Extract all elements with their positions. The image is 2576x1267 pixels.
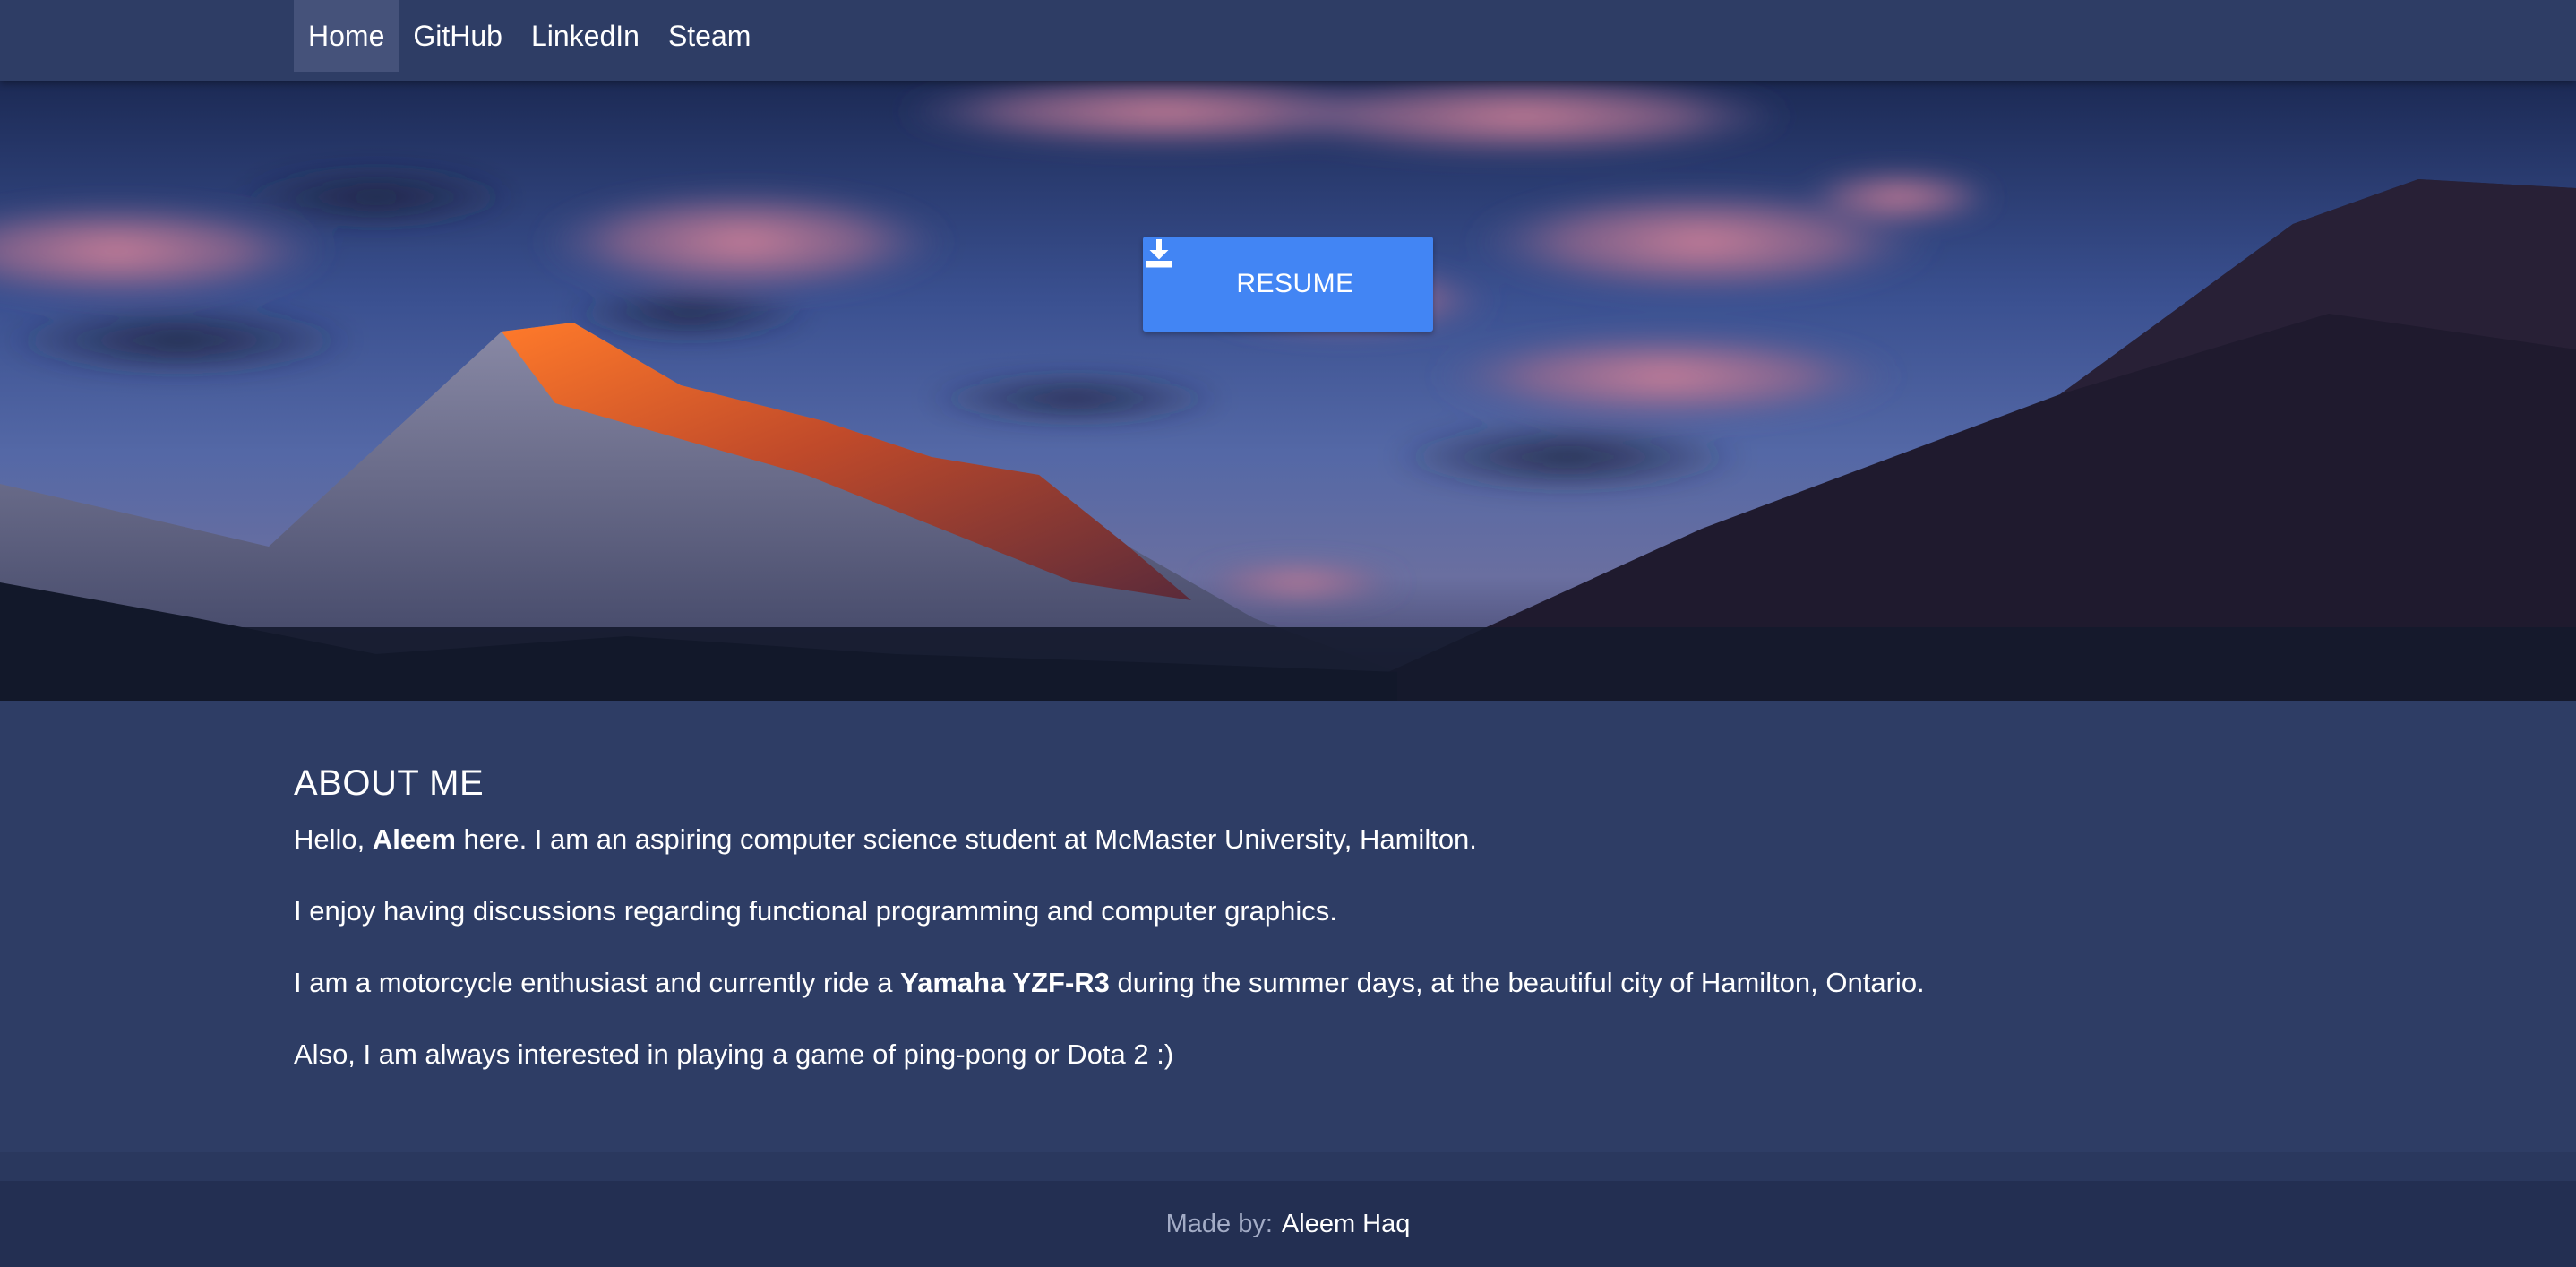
mountain-landscape-image (0, 81, 2576, 701)
nav-item-steam[interactable]: Steam (654, 0, 765, 72)
nav-item-linkedin[interactable]: LinkedIn (517, 0, 654, 72)
about-section: ABOUT ME Hello, Aleem here. I am an aspi… (0, 701, 2576, 1152)
resume-download-button[interactable]: RESUME (1143, 237, 1433, 332)
hero-banner: RESUME (0, 81, 2576, 701)
about-content: ABOUT ME Hello, Aleem here. I am an aspi… (294, 763, 2264, 1110)
footer-author-link[interactable]: Aleem Haq (1282, 1210, 1410, 1239)
resume-button-label: RESUME (1236, 269, 1354, 298)
about-paragraph-interests: I enjoy having discussions regarding fun… (294, 895, 1337, 927)
name-highlight: Aleem (372, 823, 456, 855)
about-title: ABOUT ME (294, 763, 485, 803)
about-paragraph-motorcycle: I am a motorcycle enthusiast and current… (294, 967, 1925, 998)
motorcycle-highlight: Yamaha YZF-R3 (900, 967, 1110, 998)
nav-item-home[interactable]: Home (294, 0, 399, 72)
about-paragraph-games: Also, I am always interested in playing … (294, 1039, 1174, 1070)
about-paragraph-intro: Hello, Aleem here. I am an aspiring comp… (294, 823, 1477, 855)
nav-item-github[interactable]: GitHub (399, 0, 517, 72)
navbar: Home GitHub LinkedIn Steam (0, 0, 2576, 81)
section-divider (0, 1152, 2576, 1181)
nav-list: Home GitHub LinkedIn Steam (294, 0, 765, 72)
footer-label: Made by: (1165, 1209, 1273, 1238)
footer: Made by: Aleem Haq (0, 1181, 2576, 1267)
